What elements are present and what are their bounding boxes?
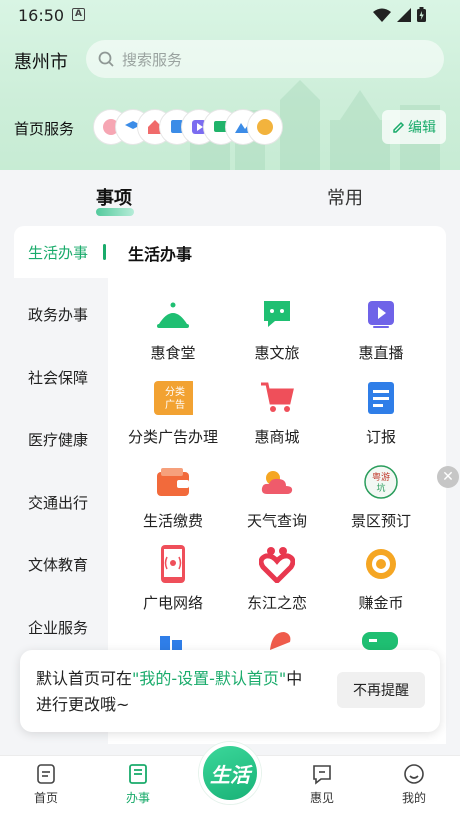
coin-icon	[361, 544, 401, 584]
service-item-food[interactable]: 惠食堂	[118, 294, 228, 363]
pencil-icon	[393, 121, 405, 133]
play-icon	[361, 294, 401, 334]
active-indicator	[103, 244, 106, 260]
shopping-cart-icon	[257, 378, 297, 418]
service-item-scenic-booking[interactable]: 粤游坑 景区预订	[326, 462, 436, 531]
service-item-bill-payment[interactable]: 生活缴费	[118, 462, 228, 531]
nav-huijian-label: 惠见	[309, 791, 334, 805]
tab-common[interactable]: 常用	[327, 184, 363, 210]
service-item-classified-ads[interactable]: 分类 广告 分类广告办理	[118, 378, 228, 447]
service-label: 赚金币	[358, 594, 404, 612]
status-bar: 16:50 A	[0, 0, 460, 30]
service-label: 惠直播	[358, 344, 404, 362]
wallet-icon	[153, 462, 193, 502]
default-home-tip: 默认首页可在"我的-设置-默认首页"中进行更改哦~ 不再提醒	[20, 650, 440, 732]
notification-a-icon: A	[72, 8, 85, 21]
nav-services[interactable]: 办事	[108, 762, 168, 806]
service-item-mall[interactable]: 惠商城	[222, 378, 332, 447]
close-float-button[interactable]: ✕	[437, 466, 459, 488]
tab-bar: 事项 常用	[0, 170, 460, 226]
service-label: 景区预订	[350, 512, 411, 530]
sidebar-item-social-security[interactable]: 社会保障	[28, 367, 88, 388]
tab-items[interactable]: 事项	[96, 184, 132, 210]
edit-label: 编辑	[408, 120, 436, 136]
heart-people-icon	[257, 544, 297, 584]
battery-icon	[417, 7, 426, 22]
search-icon	[98, 51, 114, 67]
nav-mine-label: 我的	[401, 791, 426, 805]
service-label: 惠食堂	[150, 344, 196, 362]
signal-icon	[397, 7, 411, 22]
sidebar-item-culture-education[interactable]: 文体教育	[28, 554, 88, 575]
nav-huijian[interactable]: 惠见	[292, 762, 352, 806]
svg-text:广告: 广告	[165, 398, 185, 411]
home-icon	[37, 764, 55, 784]
service-label: 天气查询	[246, 512, 307, 530]
comment-icon	[313, 765, 331, 785]
weather-icon	[257, 462, 297, 502]
svg-text:分类: 分类	[165, 385, 185, 398]
classified-ads-icon: 分类 广告	[153, 378, 193, 418]
service-item-dongjiang-love[interactable]: 东江之恋	[222, 544, 332, 613]
home-services-icons[interactable]	[94, 110, 282, 144]
smile-icon	[404, 764, 424, 784]
search-input[interactable]: 搜索服务	[86, 40, 444, 78]
service-label: 东江之恋	[246, 594, 307, 612]
service-label: 分类广告办理	[127, 428, 218, 446]
tip-text: 默认首页可在"我的-设置-默认首页"中进行更改哦~	[36, 666, 306, 718]
status-time: 16:50	[18, 6, 65, 25]
service-item-earn-coins[interactable]: 赚金币	[326, 544, 436, 613]
wifi-icon	[373, 8, 391, 22]
section-title: 生活办事	[128, 245, 193, 264]
life-center-button[interactable]: 生活	[199, 742, 261, 804]
newspaper-icon	[361, 378, 401, 418]
sidebar-item-transport[interactable]: 交通出行	[28, 492, 88, 513]
service-label: 惠商城	[254, 428, 300, 446]
book-icon	[129, 764, 147, 784]
life-center-label: 生活	[210, 762, 250, 787]
svg-text:粤游: 粤游	[372, 471, 390, 483]
sidebar-item-government[interactable]: 政务办事	[28, 304, 88, 325]
nav-home[interactable]: 首页	[16, 762, 76, 806]
service-label: 广电网络	[142, 594, 203, 612]
chat-bubble-icon	[257, 294, 297, 334]
nav-home-label: 首页	[33, 791, 58, 805]
system-icons	[373, 7, 426, 22]
tip-text-highlight: "我的-设置-默认首页"	[132, 669, 287, 688]
tab-indicator	[96, 208, 134, 216]
city-selector[interactable]: 惠州市	[14, 48, 68, 74]
service-item-live[interactable]: 惠直播	[326, 294, 436, 363]
tip-text-before: 默认首页可在	[36, 669, 133, 688]
service-label: 惠文旅	[254, 344, 300, 362]
sidebar-item-health[interactable]: 医疗健康	[28, 429, 88, 450]
home-services-label: 首页服务	[14, 120, 75, 138]
food-cloche-icon	[153, 294, 193, 334]
scenic-booking-icon: 粤游坑	[361, 462, 401, 502]
phone-broadcast-icon	[153, 544, 193, 584]
sidebar-item-enterprise[interactable]: 企业服务	[28, 617, 88, 638]
service-label: 生活缴费	[142, 512, 203, 530]
service-item-newspaper[interactable]: 订报	[326, 378, 436, 447]
service-item-culture-tourism[interactable]: 惠文旅	[222, 294, 332, 363]
nav-services-label: 办事	[125, 791, 150, 805]
dont-remind-button[interactable]: 不再提醒	[337, 672, 425, 708]
nav-mine[interactable]: 我的	[384, 762, 444, 806]
service-item-weather[interactable]: 天气查询	[222, 462, 332, 531]
service-item-broadcast-network[interactable]: 广电网络	[118, 544, 228, 613]
search-placeholder: 搜索服务	[122, 50, 183, 69]
badge-mini-icon	[248, 110, 282, 144]
svg-text:坑: 坑	[376, 482, 385, 494]
sidebar-item-life[interactable]: 生活办事	[28, 242, 88, 263]
edit-button[interactable]: 编辑	[382, 110, 446, 144]
service-label: 订报	[365, 428, 396, 446]
